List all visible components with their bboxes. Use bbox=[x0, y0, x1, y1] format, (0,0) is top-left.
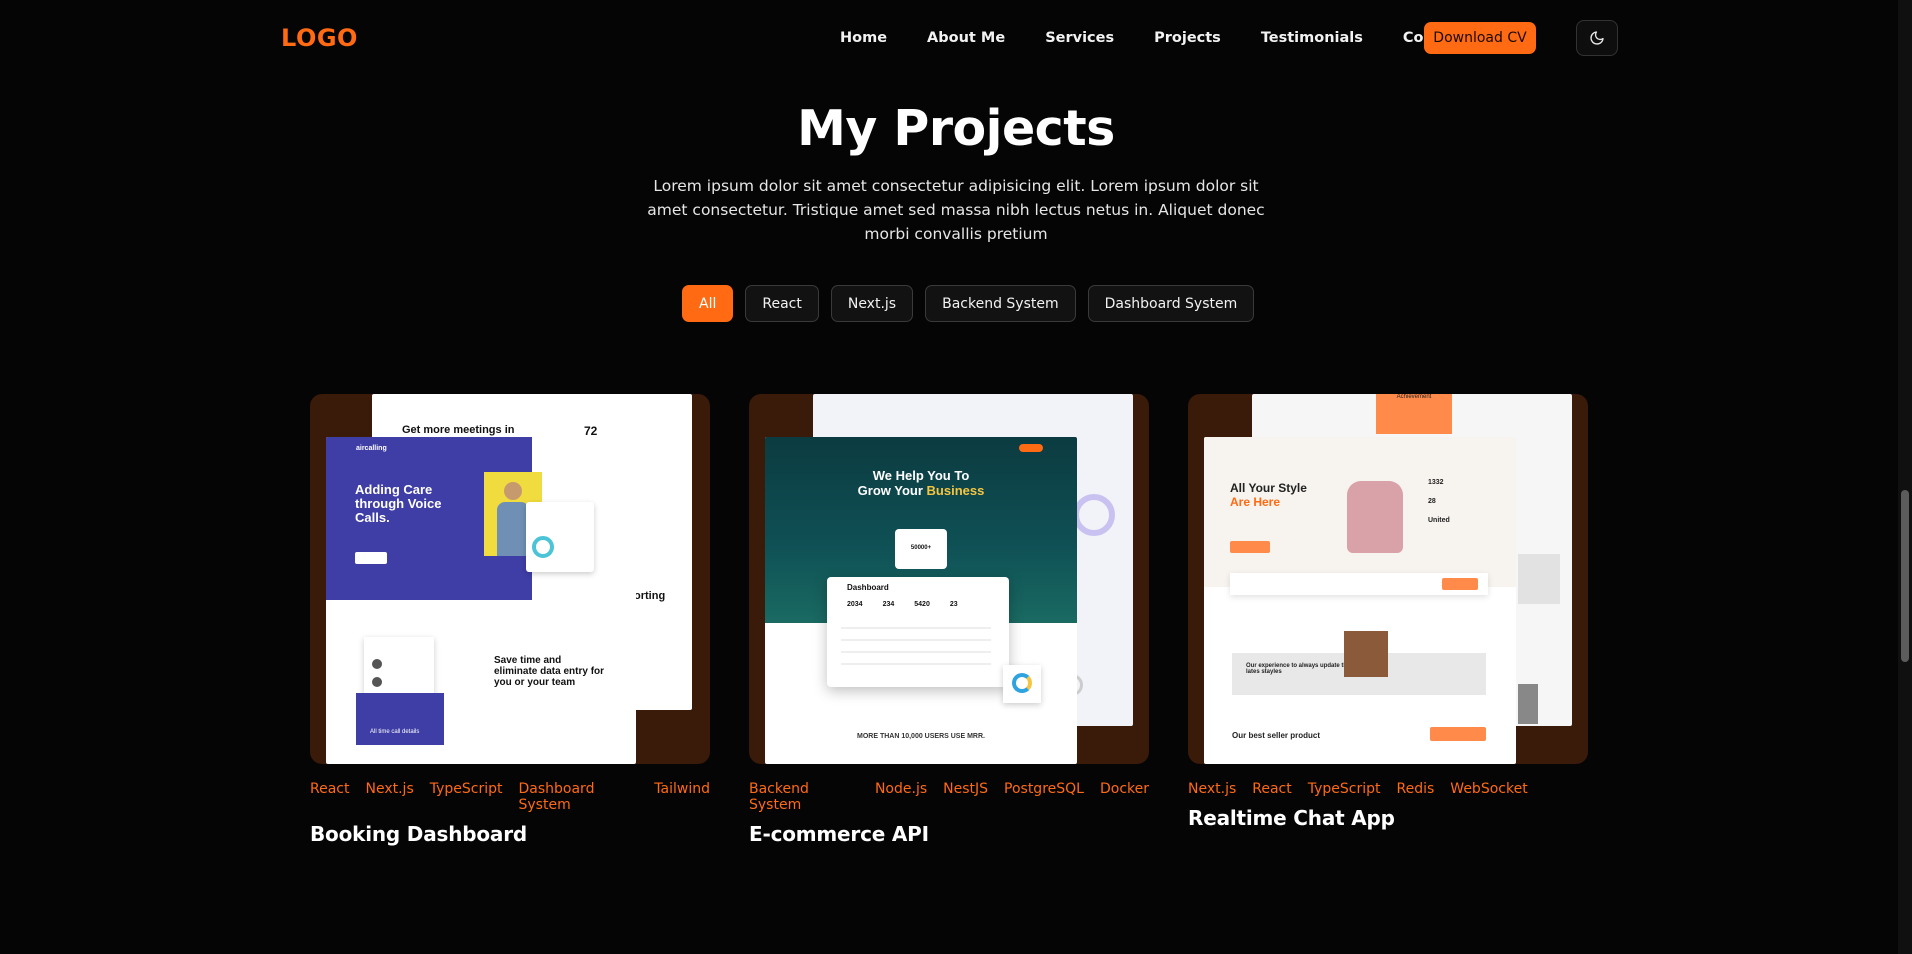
project-card-ecommerce-api[interactable]: We Help You To Grow Your Business 50000+… bbox=[749, 394, 1149, 846]
logo[interactable]: LOGO bbox=[281, 24, 358, 52]
preview-stat: 50000+ bbox=[910, 545, 932, 551]
preview-quote: Our experience to always update the late… bbox=[1246, 663, 1351, 675]
tag: TypeScript bbox=[429, 781, 503, 797]
preview-footer-text: MORE THAN 10,000 USERS USE MRR. bbox=[857, 733, 985, 740]
project-tags: Backend System Node.js NestJS PostgreSQL… bbox=[749, 781, 1149, 813]
preview-hero-line1: We Help You To bbox=[872, 468, 970, 483]
nav-link-projects[interactable]: Projects bbox=[1154, 24, 1221, 52]
scrollbar-track[interactable] bbox=[1898, 0, 1912, 954]
tag: React bbox=[1252, 781, 1292, 797]
tag: Docker bbox=[1099, 781, 1149, 797]
nav-link-services[interactable]: Services bbox=[1045, 24, 1114, 52]
tag: TypeScript bbox=[1307, 781, 1381, 797]
filter-backend-system[interactable]: Backend System bbox=[925, 285, 1076, 322]
preview-brand: aircalling bbox=[356, 445, 387, 452]
tag: Next.js bbox=[1188, 781, 1237, 797]
project-card-booking-dashboard[interactable]: Get more meetings in 72 orting aircallin… bbox=[310, 394, 710, 846]
tag: NestJS bbox=[943, 781, 989, 797]
project-thumbnail[interactable]: We Help You To Grow Your Business 50000+… bbox=[749, 394, 1149, 764]
preview-hero-line2: Grow Your Business bbox=[857, 483, 985, 498]
preview-dashboard-panel: Dashboard 2034 234 5420 23 bbox=[827, 577, 1009, 687]
preview-section-title: Our best seller product bbox=[1232, 731, 1321, 740]
navbar: LOGO Home About Me Services Projects Tes… bbox=[0, 0, 1912, 76]
preview-front-page: All Your Style Are Here 1332 28 United O… bbox=[1204, 437, 1516, 764]
preview-hero-line1: All Your Style bbox=[1230, 481, 1307, 495]
project-tags: Next.js React TypeScript Redis WebSocket bbox=[1188, 781, 1588, 797]
project-thumbnail[interactable]: Achievement All Your Style Are Here 1332… bbox=[1188, 394, 1588, 764]
filter-nextjs[interactable]: Next.js bbox=[830, 285, 914, 322]
project-tags: React Next.js TypeScript Dashboard Syste… bbox=[310, 781, 710, 813]
preview-list-item: All time call details bbox=[370, 729, 420, 735]
tag: Node.js bbox=[874, 781, 928, 797]
filter-dashboard-system[interactable]: Dashboard System bbox=[1087, 285, 1255, 322]
project-thumbnail[interactable]: Get more meetings in 72 orting aircallin… bbox=[310, 394, 710, 764]
tag: React bbox=[310, 781, 350, 797]
tag: Tailwind bbox=[654, 781, 710, 797]
preview-hero-line2: Are Here bbox=[1230, 495, 1281, 509]
nav-link-home[interactable]: Home bbox=[840, 24, 887, 52]
preview-front-page: We Help You To Grow Your Business 50000+… bbox=[765, 437, 1077, 764]
download-cv-button[interactable]: Download CV bbox=[1424, 22, 1536, 54]
tag: Backend System bbox=[749, 781, 809, 813]
moon-icon bbox=[1590, 31, 1604, 45]
filter-react[interactable]: React bbox=[745, 285, 819, 322]
filter-all[interactable]: All bbox=[682, 285, 734, 322]
preview-front-page: aircalling Adding Care through Voice Cal… bbox=[326, 437, 636, 764]
preview-text: orting bbox=[634, 590, 666, 602]
filter-tabs: All React Next.js Backend System Dashboa… bbox=[682, 285, 1255, 322]
project-title[interactable]: E-commerce API bbox=[749, 822, 1149, 846]
page-title: My Projects bbox=[797, 100, 1115, 157]
preview-section-title: Save time and eliminate data entry for y… bbox=[494, 655, 605, 688]
tag: WebSocket bbox=[1450, 781, 1528, 797]
project-card-realtime-chat-app[interactable]: Achievement All Your Style Are Here 1332… bbox=[1188, 394, 1588, 830]
tag: Dashboard System bbox=[518, 781, 595, 813]
preview-heading: Get more meetings in bbox=[402, 424, 515, 436]
tag: Redis bbox=[1396, 781, 1435, 797]
nav-link-about[interactable]: About Me bbox=[927, 24, 1005, 52]
page-subtitle: Lorem ipsum dolor sit amet consectetur a… bbox=[647, 177, 1265, 243]
tag: Next.js bbox=[365, 781, 414, 797]
project-title[interactable]: Realtime Chat App bbox=[1188, 806, 1588, 830]
preview-product-image bbox=[1347, 481, 1403, 553]
preview-badge: Achievement bbox=[1396, 394, 1432, 400]
theme-toggle-button[interactable] bbox=[1576, 20, 1618, 56]
scrollbar-thumb[interactable] bbox=[1901, 490, 1909, 662]
preview-number: 72 bbox=[584, 424, 598, 438]
tag: PostgreSQL bbox=[1004, 781, 1084, 797]
nav-link-testimonials[interactable]: Testimonials bbox=[1261, 24, 1363, 52]
preview-hero-text: Adding Care through Voice Calls. bbox=[355, 482, 442, 525]
nav-links: Home About Me Services Projects Testimon… bbox=[840, 24, 1506, 52]
project-title[interactable]: Booking Dashboard bbox=[310, 822, 710, 846]
